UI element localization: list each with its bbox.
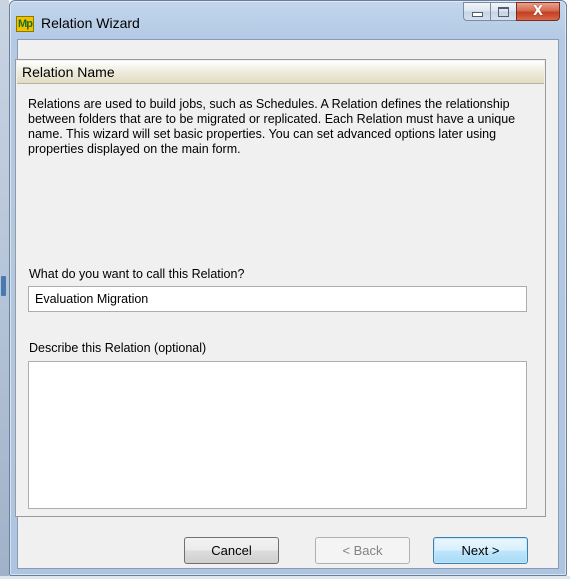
window-controls: X — [463, 2, 560, 22]
page-header: Relation Name — [17, 61, 544, 84]
name-label: What do you want to call this Relation? — [29, 267, 245, 281]
minimize-button[interactable] — [463, 2, 490, 21]
cancel-button[interactable]: Cancel — [184, 537, 279, 564]
close-button[interactable]: X — [516, 2, 560, 21]
window-title: Relation Wizard — [41, 15, 140, 31]
page-title: Relation Name — [22, 64, 115, 80]
app-logo-icon: Mp — [16, 16, 34, 32]
next-button[interactable]: Next > — [433, 537, 528, 564]
desktop-edge-marker — [1, 276, 6, 296]
relation-name-input[interactable] — [28, 286, 527, 312]
desktop-edge — [0, 0, 9, 579]
maximize-icon — [498, 6, 509, 17]
relation-description-input[interactable] — [28, 361, 527, 509]
maximize-button[interactable] — [490, 2, 516, 21]
minimize-icon — [471, 12, 483, 17]
intro-text: Relations are used to build jobs, such a… — [28, 97, 516, 156]
wizard-page-panel: Relation Name Relations are used to buil… — [15, 59, 546, 517]
close-icon: X — [532, 4, 544, 19]
description-label: Describe this Relation (optional) — [29, 341, 207, 355]
back-button[interactable]: < Back — [315, 537, 410, 564]
